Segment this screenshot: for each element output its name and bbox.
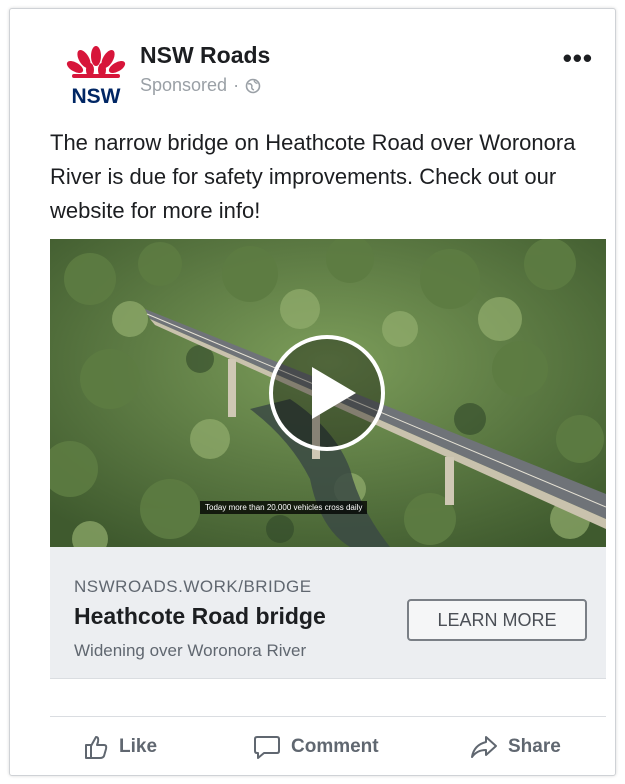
- sponsored-label[interactable]: Sponsored: [140, 75, 227, 96]
- sponsored-line: Sponsored ·: [140, 75, 261, 96]
- separator-dot: ·: [233, 75, 240, 95]
- nsw-logo[interactable]: NSW: [58, 44, 134, 108]
- logo-text: NSW: [72, 85, 121, 108]
- actions-divider: [50, 716, 606, 717]
- more-options-button[interactable]: •••: [563, 45, 593, 71]
- link-domain: NSWROADS.WORK/BRIDGE: [74, 577, 312, 596]
- post-actions: Like Comment Share: [50, 729, 606, 765]
- video-thumbnail[interactable]: Today more than 20,000 vehicles cross da…: [50, 239, 606, 547]
- post-text: The narrow bridge on Heathcote Road over…: [50, 130, 576, 223]
- video-caption: Today more than 20,000 vehicles cross da…: [200, 501, 368, 514]
- globe-icon: [245, 78, 261, 94]
- share-icon: [471, 736, 497, 758]
- page-name[interactable]: NSW Roads: [140, 42, 270, 69]
- post-header: NSW NSW Roads Sponsored · •••: [10, 9, 615, 119]
- link-description: Widening over Woronora River: [74, 641, 307, 660]
- link-preview[interactable]: NSWROADS.WORK/BRIDGE Heathcote Road brid…: [50, 547, 606, 679]
- thumbs-up-icon: [85, 736, 108, 759]
- sponsored-post-card: NSW NSW Roads Sponsored · ••• The narrow…: [9, 8, 616, 776]
- link-title[interactable]: Heathcote Road bridge: [74, 603, 326, 630]
- comment-label: Comment: [291, 736, 379, 757]
- learn-more-button[interactable]: LEARN MORE: [407, 599, 587, 641]
- play-icon: [312, 367, 356, 419]
- play-button[interactable]: [269, 335, 385, 451]
- like-button[interactable]: Like: [83, 729, 157, 765]
- like-label: Like: [119, 736, 158, 757]
- share-label: Share: [508, 736, 561, 757]
- waratah-logo-icon: NSW: [66, 46, 126, 108]
- share-button[interactable]: Share: [470, 729, 561, 765]
- comment-icon: [254, 736, 280, 759]
- comment-button[interactable]: Comment: [253, 729, 379, 765]
